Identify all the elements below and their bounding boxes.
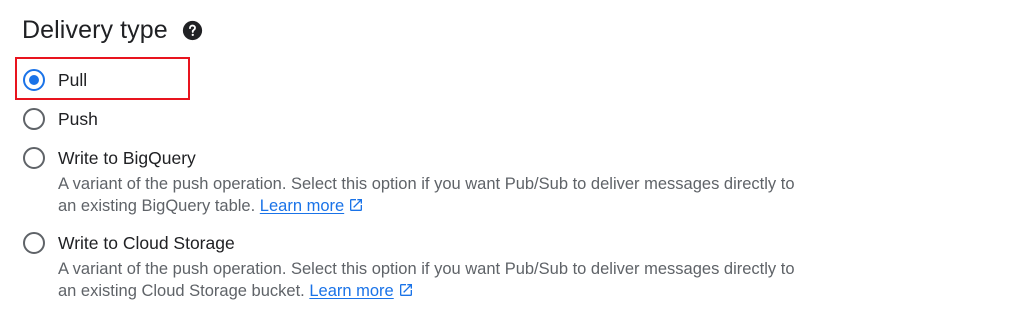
delivery-option-pull[interactable]: Pull	[22, 68, 87, 92]
option-label-pull[interactable]: Pull	[58, 68, 87, 92]
description-text: A variant of the push operation. Select …	[58, 260, 795, 300]
open-in-new-icon[interactable]	[348, 197, 364, 213]
learn-more-link[interactable]: Learn more	[260, 197, 344, 215]
delivery-option-cloud-storage[interactable]: Write to Cloud Storage A variant of the …	[22, 231, 798, 302]
radio-button-bigquery[interactable]	[22, 146, 46, 170]
radio-button-pull[interactable]	[22, 68, 46, 92]
radio-button-cloud-storage[interactable]	[22, 231, 46, 255]
section-title: Delivery type	[22, 16, 168, 44]
option-label-bigquery[interactable]: Write to BigQuery	[58, 146, 798, 170]
section-heading: Delivery type	[22, 16, 203, 45]
delivery-option-bigquery[interactable]: Write to BigQuery A variant of the push …	[22, 146, 798, 217]
help-circle-icon[interactable]	[182, 20, 203, 41]
option-label-cloud-storage[interactable]: Write to Cloud Storage	[58, 231, 798, 255]
open-in-new-icon[interactable]	[398, 282, 414, 298]
radio-button-push[interactable]	[22, 107, 46, 131]
learn-more-link[interactable]: Learn more	[309, 282, 393, 300]
option-description-cloud-storage: A variant of the push operation. Select …	[58, 258, 798, 302]
option-description-bigquery: A variant of the push operation. Select …	[58, 173, 798, 217]
option-label-push[interactable]: Push	[58, 107, 98, 131]
delivery-option-push[interactable]: Push	[22, 107, 98, 131]
description-text: A variant of the push operation. Select …	[58, 175, 795, 215]
